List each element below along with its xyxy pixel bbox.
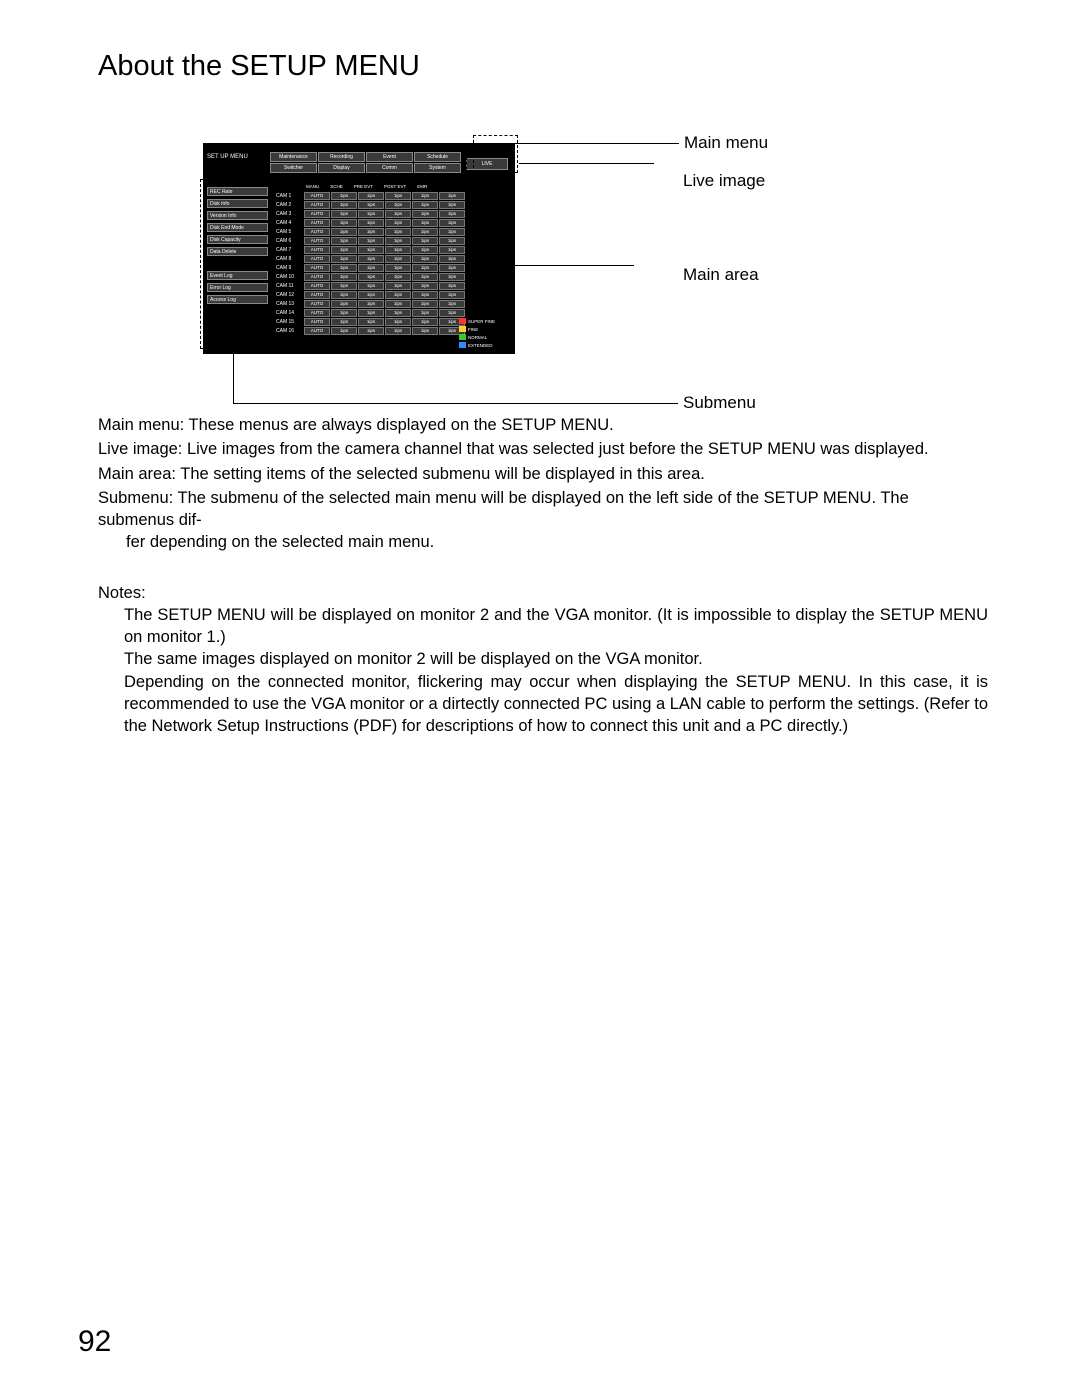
callout-live-image <box>473 135 518 173</box>
desc-main-area: Main area: The setting items of the sele… <box>98 463 988 485</box>
callout-main-area <box>271 179 513 349</box>
description-block: Main menu: These menus are always displa… <box>98 414 988 737</box>
notes-label: Notes: <box>98 582 988 604</box>
annotation-main-menu: Main menu <box>684 133 768 153</box>
setup-menu-diagram: SET UP MENU MaintenanceRecordingEventSch… <box>203 143 733 354</box>
annotation-live-image: Live image <box>683 171 765 191</box>
page-title: About the SETUP MENU <box>98 50 1000 83</box>
note-item: The same images displayed on monitor 2 w… <box>98 648 988 670</box>
annotation-submenu: Submenu <box>683 393 756 413</box>
desc-submenu: Submenu: The submenu of the selected mai… <box>98 487 988 554</box>
callout-main-menu <box>267 148 467 174</box>
setup-menu-label: SET UP MENU <box>207 154 248 160</box>
notes-block: Notes: The SETUP MENU will be displayed … <box>98 582 988 738</box>
desc-live-image: Live image: Live images from the camera … <box>98 438 988 460</box>
page-number: 92 <box>78 1325 111 1359</box>
callout-submenu <box>200 179 269 349</box>
annotation-main-area: Main area <box>683 265 759 285</box>
desc-main-menu: Main menu: These menus are always displa… <box>98 414 988 436</box>
note-item: Depending on the connected monitor, flic… <box>98 671 988 738</box>
note-item: The SETUP MENU will be displayed on moni… <box>98 604 988 649</box>
